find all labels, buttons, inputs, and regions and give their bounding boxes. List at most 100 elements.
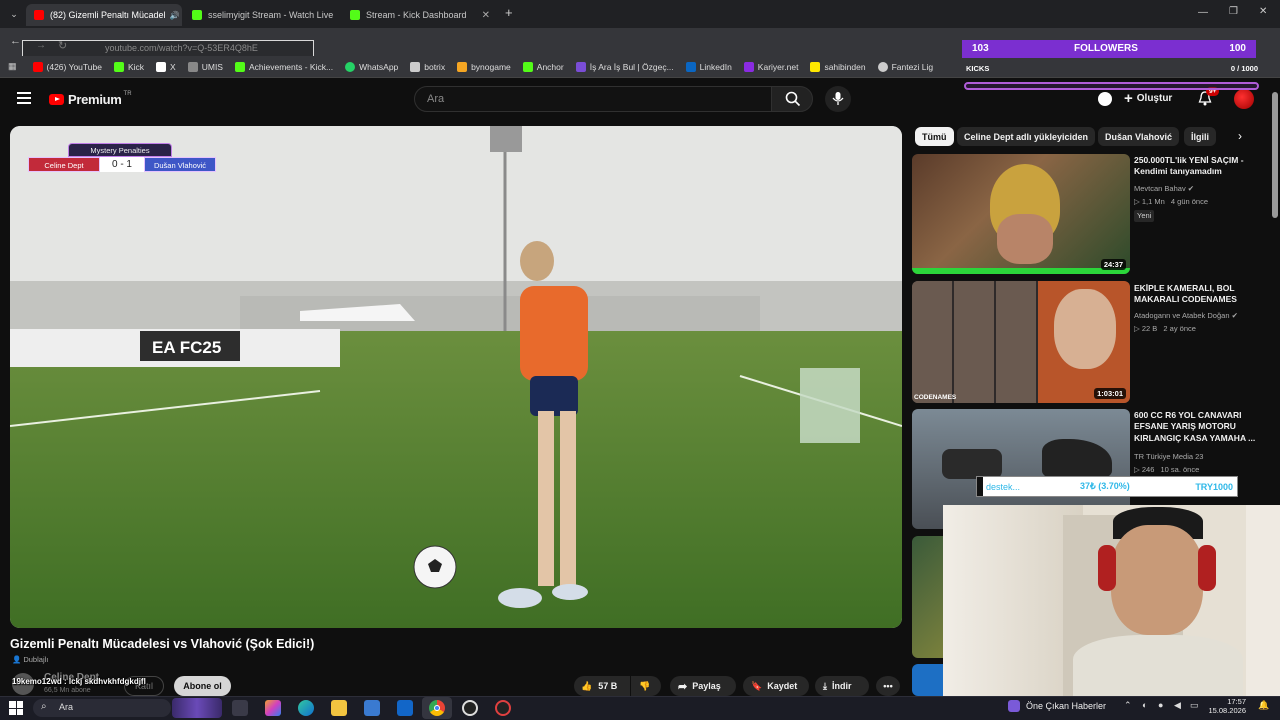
rec-channel-3[interactable]: TR Türkiye Media 23	[1134, 451, 1203, 463]
new-badge: Yeni	[1134, 210, 1155, 222]
minimize-icon[interactable]: —	[1198, 7, 1208, 18]
download-button[interactable]: ⤓ İndir	[815, 676, 869, 696]
rec-thumbnail-2[interactable]: CODENAMES 1:03:01	[912, 281, 1130, 403]
bookmark-linkedin[interactable]: LinkedIn	[685, 61, 732, 72]
play-icon: ▷	[1134, 324, 1142, 333]
back-icon[interactable]: ←	[10, 35, 21, 47]
chrome-taskbar-item[interactable]	[422, 697, 452, 719]
tab-kick-watch[interactable]: sselimyigit Stream - Watch Live ✕	[184, 4, 340, 26]
tab-kick-dashboard[interactable]: Stream - Kick Dashboard ✕	[342, 4, 498, 26]
share-icon: ➦	[678, 680, 688, 693]
tab-search-icon[interactable]: ⌄	[6, 6, 22, 22]
audio-icon: 🔊	[169, 10, 180, 20]
bookmark-youtube[interactable]: (426) YouTube	[32, 61, 102, 72]
view-count: 1,1 Mn	[1141, 197, 1165, 206]
rec-channel-1[interactable]: Mevtcan Bahav ✔	[1134, 183, 1194, 195]
bookmark-kick[interactable]: Kick	[113, 61, 144, 72]
rec-thumbnail-1[interactable]: 24:37	[912, 154, 1130, 274]
youtube-icon	[32, 61, 43, 72]
kicks-label: KICKS	[966, 64, 990, 73]
subscribe-button[interactable]: Abone ol	[174, 676, 231, 696]
bookmark-achievements[interactable]: Achievements - Kick...	[234, 61, 333, 72]
dislike-button[interactable]: 👎	[631, 676, 661, 696]
bookmark-icon: 🔖	[751, 680, 763, 691]
followers-current: 103	[972, 43, 989, 54]
battery-icon[interactable]: ▭	[1190, 700, 1199, 711]
rec-title-2[interactable]: EKİPLE KAMERALI, BOL MAKARALI CODENAMES	[1134, 283, 1269, 306]
reload-icon[interactable]: ↻	[58, 39, 67, 52]
copilot-icon[interactable]	[265, 700, 281, 716]
clock[interactable]: 17:57 15.08.2026	[1200, 697, 1246, 716]
close-tab-icon[interactable]: ✕	[180, 10, 182, 21]
kick-icon	[192, 10, 202, 20]
apps-icon[interactable]: ▦	[8, 61, 17, 72]
kick-icon	[234, 61, 245, 72]
save-button[interactable]: 🔖 Kaydet	[743, 676, 809, 696]
search-input[interactable]: Ara	[414, 86, 772, 112]
app-icon[interactable]	[495, 700, 511, 716]
close-tab-icon[interactable]: ✕	[476, 10, 490, 21]
tab-youtube[interactable]: (82) Gizemli Penaltı Mücadel 🔊 ✕	[26, 4, 182, 26]
tray-chevron-icon[interactable]: ⌃	[1124, 700, 1132, 711]
close-window-icon[interactable]: ✕	[1259, 6, 1267, 17]
edge-icon[interactable]	[298, 700, 314, 716]
date: 15.08.2026	[1208, 706, 1246, 716]
notifications-button[interactable]: 9+	[1198, 87, 1220, 111]
dubbed-badge: 👤 Dublajlı	[12, 655, 48, 664]
bookmark-sahibinden[interactable]: sahibinden	[810, 61, 866, 72]
thumbs-down-icon: 👎	[639, 680, 651, 691]
menu-icon[interactable]	[17, 92, 31, 104]
browser-tab-bar: ⌄ (82) Gizemli Penaltı Mücadel 🔊 ✕ sseli…	[0, 0, 1280, 28]
file-explorer-icon[interactable]	[331, 700, 347, 716]
task-view-icon[interactable]	[232, 700, 248, 716]
more-actions-button[interactable]: •••	[876, 676, 900, 696]
close-tab-icon[interactable]: ✕	[333, 10, 340, 21]
chip-uploader[interactable]: Celine Dept adlı yükleyiciden	[957, 127, 1096, 146]
maximize-icon[interactable]: ❐	[1229, 6, 1238, 17]
bookmark-x[interactable]: X	[156, 61, 176, 72]
share-button[interactable]: ➦ Paylaş	[670, 676, 736, 696]
notification-center-icon[interactable]: 🔔	[1258, 700, 1269, 711]
donation-label: destek...	[986, 481, 1021, 492]
outlook-icon[interactable]	[397, 700, 413, 716]
bookmark-anchor[interactable]: Anchor	[522, 61, 564, 72]
kick-extension-icon[interactable]	[1098, 92, 1112, 106]
rec-title-1[interactable]: 250.000TL'lik YENİ SAÇIM - Kendimi tanıy…	[1134, 155, 1269, 178]
rec-title-3[interactable]: 600 CC R6 YOL CANAVARI EFSANE YARIŞ MOTO…	[1134, 410, 1269, 444]
obs-icon[interactable]	[462, 700, 478, 716]
bookmark-bynogame[interactable]: bynogame	[457, 61, 511, 72]
volume-icon[interactable]: ◀	[1174, 700, 1181, 711]
scrollbar[interactable]	[1272, 92, 1278, 218]
taskbar-search[interactable]: ⌕ Ara	[33, 699, 171, 717]
bookmark-umis[interactable]: UMIS	[187, 61, 223, 72]
rec-channel-2[interactable]: Atadogann ve Atabek Doğan ✔	[1134, 310, 1238, 322]
bookmark-label: İş Ara İş Bul | Özgeç...	[589, 61, 674, 72]
youtube-logo[interactable]: Premium TR	[49, 91, 132, 107]
chevron-right-icon[interactable]: ›	[1238, 129, 1242, 143]
create-button[interactable]: + Oluştur	[1124, 90, 1172, 107]
bookmark-kariyer[interactable]: Kariyer.net	[743, 61, 798, 72]
anchor-icon	[522, 61, 533, 72]
chip-related[interactable]: İlgili	[1184, 127, 1216, 146]
network-icon[interactable]: ◐	[1142, 700, 1147, 710]
upload-age: 2 ay önce	[1163, 324, 1196, 333]
avatar[interactable]	[1234, 89, 1254, 109]
news-widget[interactable]: Öne Çıkan Haberler	[1008, 700, 1106, 712]
ball-icon	[877, 61, 888, 72]
microphone-tray-icon[interactable]: ●	[1158, 700, 1163, 710]
bookmark-whatsapp[interactable]: WhatsApp	[345, 61, 398, 72]
bookmark-botrix[interactable]: botrix	[410, 61, 445, 72]
store-icon[interactable]	[364, 700, 380, 716]
bookmark-fantezi[interactable]: Fantezi Lig	[877, 61, 933, 72]
search-button[interactable]	[771, 86, 813, 112]
chip-vlahovic[interactable]: Dušan Vlahović	[1098, 127, 1180, 146]
forward-icon[interactable]: →	[36, 40, 46, 51]
chip-all[interactable]: Tümü	[915, 127, 954, 146]
widget-art-icon[interactable]	[172, 698, 222, 718]
like-button[interactable]: 👍 57 B	[574, 676, 630, 696]
bookmark-isara[interactable]: İş Ara İş Bul | Özgeç...	[575, 61, 674, 72]
new-tab-button[interactable]: +	[505, 5, 513, 20]
video-player[interactable]: EA FC25 Mystery Penalties Celine Dept 0 …	[10, 126, 902, 628]
voice-search-button[interactable]	[825, 86, 851, 112]
windows-start-icon[interactable]	[9, 701, 23, 715]
